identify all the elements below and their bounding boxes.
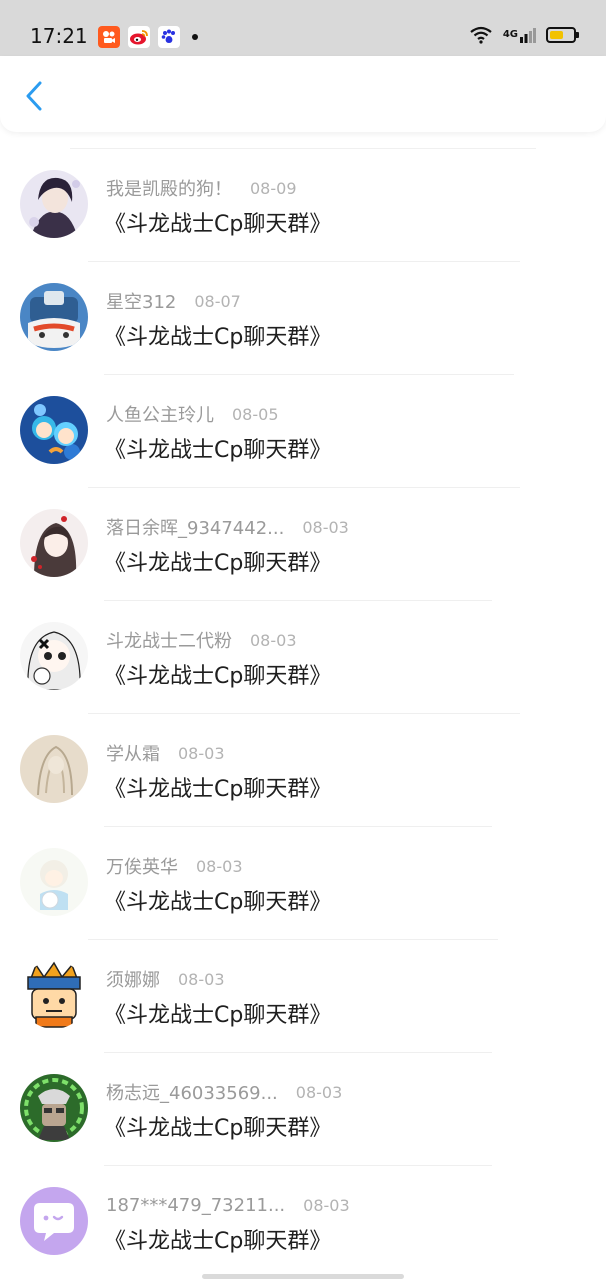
message-meta: 万俟英华 08-03 bbox=[106, 854, 243, 879]
sender-name: 187***479_73211... bbox=[106, 1194, 286, 1216]
sender-name: 万俟英华 bbox=[106, 857, 178, 878]
divider bbox=[104, 600, 492, 601]
avatar[interactable] bbox=[20, 848, 88, 916]
kuaishou-app-icon bbox=[98, 26, 120, 48]
network-type-label: 4G bbox=[502, 29, 518, 40]
avatar[interactable] bbox=[20, 1187, 88, 1255]
message-meta: 杨志远_46033569... 08-03 bbox=[106, 1080, 343, 1105]
message-date: 08-03 bbox=[295, 1082, 343, 1102]
sender-name: 学从霜 bbox=[106, 744, 160, 765]
message-date: 08-09 bbox=[250, 178, 297, 198]
message-meta: 须娜娜 08-03 bbox=[106, 967, 225, 992]
message-meta: 学从霜 08-03 bbox=[106, 741, 225, 766]
divider bbox=[104, 1165, 492, 1166]
battery-icon bbox=[546, 27, 579, 43]
status-indicators: 4G bbox=[469, 26, 579, 44]
home-indicator[interactable] bbox=[202, 1274, 404, 1279]
sender-name: 斗龙战士二代粉 bbox=[106, 631, 232, 652]
avatar[interactable] bbox=[20, 735, 88, 803]
message-meta: 星空312 08-07 bbox=[106, 289, 241, 314]
message-date: 08-03 bbox=[303, 1195, 350, 1215]
group-title: 《斗龙战士Cp聊天群》 bbox=[104, 551, 332, 576]
group-title: 《斗龙战士Cp聊天群》 bbox=[104, 1229, 332, 1254]
nav-bar bbox=[0, 56, 606, 132]
message-meta: 落日余晖_9347442... 08-03 bbox=[106, 515, 349, 540]
group-title: 《斗龙战士Cp聊天群》 bbox=[104, 777, 332, 802]
sender-name: 杨志远_46033569... bbox=[106, 1083, 278, 1104]
baidu-app-icon bbox=[158, 26, 180, 48]
status-bar: 17:21 4G bbox=[0, 0, 606, 56]
message-row[interactable]: 人鱼公主玲儿 08-05 《斗龙战士Cp聊天群》 bbox=[0, 396, 606, 509]
avatar[interactable] bbox=[20, 1074, 88, 1142]
group-title: 《斗龙战士Cp聊天群》 bbox=[104, 325, 332, 350]
message-date: 08-07 bbox=[194, 291, 241, 311]
avatar[interactable] bbox=[20, 170, 88, 238]
message-row[interactable]: 我是凯殿的狗！ 08-09 《斗龙战士Cp聊天群》 bbox=[0, 170, 606, 283]
sender-name: 人鱼公主玲儿 bbox=[106, 405, 214, 426]
message-row[interactable]: 须娜娜 08-03 《斗龙战士Cp聊天群》 bbox=[0, 961, 606, 1074]
divider bbox=[70, 148, 536, 149]
message-date: 08-03 bbox=[178, 743, 225, 763]
chevron-left-icon bbox=[26, 81, 42, 111]
sender-name: 须娜娜 bbox=[106, 970, 160, 991]
sender-name: 我是凯殿的狗！ bbox=[106, 179, 232, 200]
message-date: 08-05 bbox=[232, 404, 279, 424]
status-app-icons bbox=[98, 26, 198, 48]
message-meta: 人鱼公主玲儿 08-05 bbox=[106, 402, 279, 427]
chat-bubble-icon bbox=[34, 1203, 74, 1241]
message-date: 08-03 bbox=[302, 517, 349, 537]
group-title: 《斗龙战士Cp聊天群》 bbox=[104, 1116, 332, 1141]
sender-name: 星空312 bbox=[106, 292, 177, 313]
divider bbox=[88, 939, 498, 940]
message-date: 08-03 bbox=[196, 856, 243, 876]
back-button[interactable] bbox=[16, 78, 52, 114]
message-row[interactable]: 187***479_73211... 08-03 《斗龙战士Cp聊天群》 bbox=[0, 1187, 606, 1280]
weibo-app-icon bbox=[128, 26, 150, 48]
divider bbox=[104, 1052, 492, 1053]
avatar[interactable] bbox=[20, 283, 88, 351]
divider bbox=[104, 826, 492, 827]
avatar[interactable] bbox=[20, 509, 88, 577]
status-time: 17:21 bbox=[30, 24, 88, 48]
avatar[interactable] bbox=[20, 396, 88, 464]
wifi-icon bbox=[470, 26, 492, 44]
message-row[interactable]: 万俟英华 08-03 《斗龙战士Cp聊天群》 bbox=[0, 848, 606, 961]
message-row[interactable]: 斗龙战士二代粉 08-03 《斗龙战士Cp聊天群》 bbox=[0, 622, 606, 735]
message-row[interactable]: 星空312 08-07 《斗龙战士Cp聊天群》 bbox=[0, 283, 606, 396]
group-title: 《斗龙战士Cp聊天群》 bbox=[104, 1003, 332, 1028]
group-title: 《斗龙战士Cp聊天群》 bbox=[104, 212, 332, 237]
notification-dot-icon bbox=[192, 34, 198, 40]
message-date: 08-03 bbox=[178, 969, 225, 989]
message-row[interactable]: 学从霜 08-03 《斗龙战士Cp聊天群》 bbox=[0, 735, 606, 848]
divider bbox=[88, 261, 520, 262]
group-title: 《斗龙战士Cp聊天群》 bbox=[104, 664, 332, 689]
divider bbox=[88, 487, 520, 488]
message-meta: 斗龙战士二代粉 08-03 bbox=[106, 628, 297, 653]
avatar[interactable] bbox=[20, 622, 88, 690]
group-title: 《斗龙战士Cp聊天群》 bbox=[104, 890, 332, 915]
battery-level bbox=[550, 31, 564, 39]
message-meta: 我是凯殿的狗！ 08-09 bbox=[106, 176, 297, 201]
message-row[interactable]: 落日余晖_9347442... 08-03 《斗龙战士Cp聊天群》 bbox=[0, 509, 606, 622]
divider bbox=[104, 374, 514, 375]
message-row[interactable]: 杨志远_46033569... 08-03 《斗龙战士Cp聊天群》 bbox=[0, 1074, 606, 1187]
avatar[interactable] bbox=[20, 961, 88, 1029]
divider bbox=[88, 713, 520, 714]
message-meta: 187***479_73211... 08-03 bbox=[106, 1193, 350, 1217]
signal-icon: 4G bbox=[503, 27, 536, 43]
sender-name: 落日余晖_9347442... bbox=[106, 518, 285, 539]
group-title: 《斗龙战士Cp聊天群》 bbox=[104, 438, 332, 463]
message-date: 08-03 bbox=[250, 630, 297, 650]
